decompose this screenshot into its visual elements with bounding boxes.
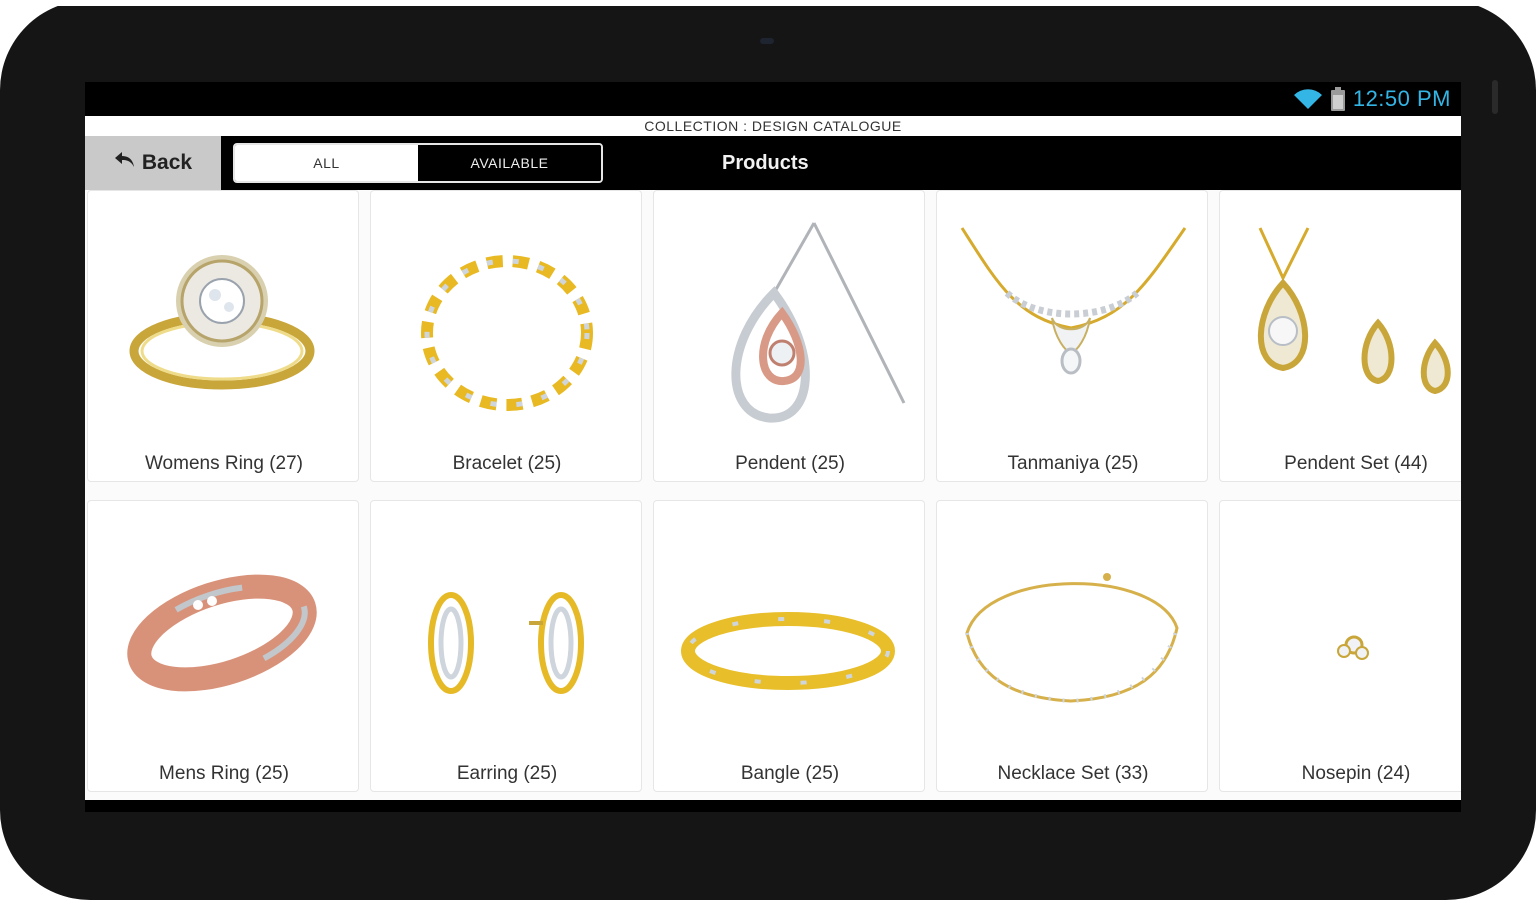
toolbar: Back ALL AVAILABLE Products [85,136,1461,190]
app-screen: 12:50 PM COLLECTION : DESIGN CATALOGUE B… [85,82,1461,812]
category-label: Pendent (25) [735,453,845,474]
category-label: Necklace Set (33) [997,763,1149,784]
page-title: Products [722,152,809,174]
category-label: Bangle (25) [740,763,840,784]
category-tile-tanmaniya[interactable]: Tanmaniya (25) [936,190,1208,482]
top-edge [0,0,1536,6]
category-label: Womens Ring (27) [144,453,304,474]
category-tile-mens-ring[interactable]: Mens Ring (25) [87,500,359,792]
product-grid: Womens Ring (27) Bracelet (25) Pendent (… [85,190,1461,800]
nosepin-image [1220,513,1461,743]
collection-title: COLLECTION : DESIGN CATALOGUE [85,116,1461,136]
battery-icon [1330,87,1345,111]
pendent-image [654,203,926,433]
earring-image [371,513,643,743]
category-label: Nosepin (24) [1301,763,1411,784]
category-label: Mens Ring (25) [159,763,289,784]
back-button[interactable]: Back [85,136,221,190]
front-camera [760,38,774,44]
tanmaniya-image [937,203,1209,433]
necklace-set-image [937,513,1209,743]
filter-all-button[interactable]: ALL [235,145,418,181]
pendent-set-image [1220,203,1461,433]
category-tile-pendent[interactable]: Pendent (25) [653,190,925,482]
mens-ring-image [88,513,360,743]
side-button [1492,80,1498,114]
tablet-frame: 12:50 PM COLLECTION : DESIGN CATALOGUE B… [0,0,1536,900]
category-tile-earring[interactable]: Earring (25) [370,500,642,792]
bottom-bar [85,800,1461,812]
status-bar: 12:50 PM [85,82,1461,116]
availability-filter: ALL AVAILABLE [233,143,603,183]
back-button-label: Back [141,151,193,174]
back-arrow-icon [114,151,136,175]
womens-ring-image [88,203,360,433]
category-label: Bracelet (25) [452,453,562,474]
category-label: Earring (25) [456,763,558,784]
bangle-image [654,513,926,743]
category-tile-bracelet[interactable]: Bracelet (25) [370,190,642,482]
category-tile-nosepin[interactable]: Nosepin (24) [1219,500,1461,792]
category-tile-necklace-set[interactable]: Necklace Set (33) [936,500,1208,792]
category-tile-womens-ring[interactable]: Womens Ring (27) [87,190,359,482]
category-label: Pendent Set (44) [1284,453,1428,474]
category-tile-pendent-set[interactable]: Pendent Set (44) [1219,190,1461,482]
status-icons: 12:50 PM [1293,86,1451,112]
wifi-icon [1293,88,1323,110]
status-clock: 12:50 PM [1352,86,1451,111]
bracelet-image [371,203,643,433]
filter-available-button[interactable]: AVAILABLE [418,145,601,181]
category-label: Tanmaniya (25) [1007,453,1139,474]
category-tile-bangle[interactable]: Bangle (25) [653,500,925,792]
